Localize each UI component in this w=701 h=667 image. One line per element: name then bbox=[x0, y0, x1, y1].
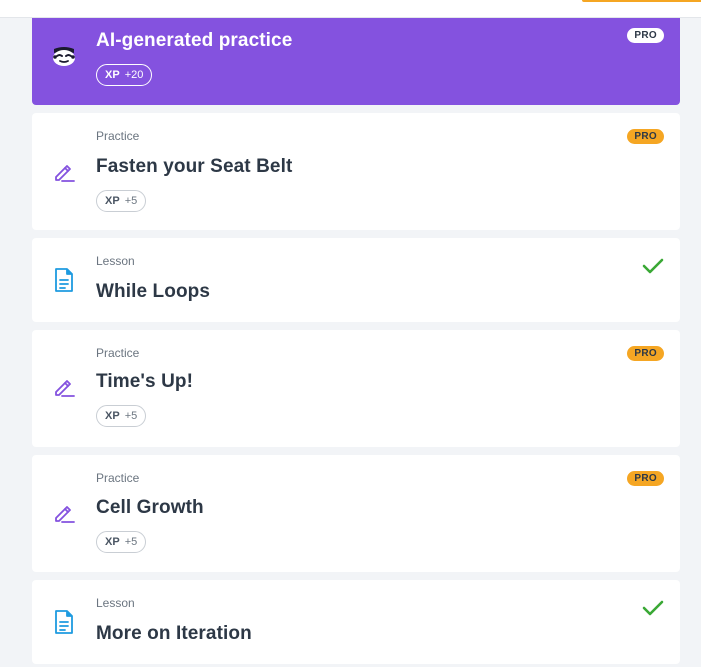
xp-pill: XP +5 bbox=[96, 405, 147, 427]
item-title: More on Iteration bbox=[96, 623, 252, 644]
list-item-while-loops[interactable]: Lesson While Loops bbox=[32, 238, 680, 322]
pencil-icon bbox=[50, 158, 78, 186]
xp-label: XP bbox=[105, 410, 120, 422]
xp-label: XP bbox=[105, 69, 120, 81]
pro-badge: PRO bbox=[627, 471, 664, 486]
pro-badge: PRO bbox=[627, 129, 664, 144]
list-item-times-up[interactable]: Practice Time's Up! XP +5 PRO bbox=[32, 330, 680, 447]
xp-value: +5 bbox=[124, 195, 138, 207]
top-bar-accent bbox=[582, 0, 701, 2]
xp-pill: XP +5 bbox=[96, 190, 147, 212]
item-kind: Practice bbox=[96, 129, 140, 143]
top-bar bbox=[0, 0, 701, 18]
ai-mascot-icon bbox=[50, 42, 78, 70]
list-item-fasten-your-seat-belt[interactable]: Practice Fasten your Seat Belt XP +5 PRO bbox=[32, 113, 680, 230]
item-title: Fasten your Seat Belt bbox=[96, 156, 293, 177]
xp-value: +5 bbox=[124, 536, 138, 548]
item-title: While Loops bbox=[96, 281, 211, 302]
list-item-more-on-iteration[interactable]: Lesson More on Iteration bbox=[32, 580, 680, 664]
item-title: Cell Growth bbox=[96, 497, 204, 518]
pencil-icon bbox=[50, 499, 78, 527]
ai-practice-title: AI-generated practice bbox=[96, 30, 293, 51]
check-icon bbox=[642, 600, 664, 616]
document-icon bbox=[50, 266, 78, 294]
list-item-cell-growth[interactable]: Practice Cell Growth XP +5 PRO bbox=[32, 455, 680, 572]
xp-pill: XP +5 bbox=[96, 531, 147, 553]
xp-label: XP bbox=[105, 195, 120, 207]
xp-value: +5 bbox=[124, 410, 138, 422]
item-kind: Lesson bbox=[96, 254, 135, 268]
item-kind: Practice bbox=[96, 471, 140, 485]
xp-label: XP bbox=[105, 536, 120, 548]
item-kind: Lesson bbox=[96, 596, 135, 610]
document-icon bbox=[50, 608, 78, 636]
ai-practice-card[interactable]: AI-generated practice XP +20 PRO bbox=[32, 18, 680, 105]
pencil-icon bbox=[50, 373, 78, 401]
pro-badge: PRO bbox=[627, 28, 664, 43]
xp-value: +20 bbox=[124, 69, 144, 81]
xp-pill: XP +20 bbox=[96, 64, 153, 86]
pro-badge: PRO bbox=[627, 346, 664, 361]
item-kind: Practice bbox=[96, 346, 140, 360]
item-title: Time's Up! bbox=[96, 371, 194, 392]
check-icon bbox=[642, 258, 664, 274]
